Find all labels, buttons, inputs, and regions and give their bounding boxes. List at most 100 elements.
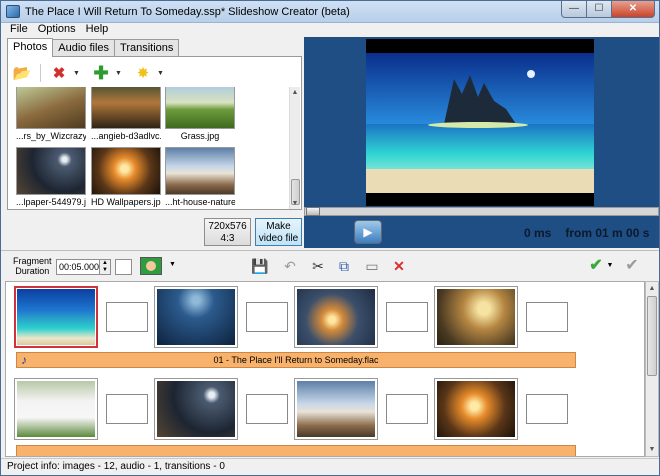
apply-icon[interactable]: ✔ bbox=[587, 257, 605, 275]
timeline-slide[interactable] bbox=[14, 378, 98, 440]
apply-dropdown-icon[interactable]: ▼ bbox=[605, 257, 615, 275]
scroll-down-icon[interactable]: ▼ bbox=[290, 198, 300, 209]
photo-item[interactable]: ...rs_by_Wizcrazy.jpg bbox=[16, 87, 86, 142]
resolution-button[interactable]: 720x576 4:3 bbox=[204, 218, 251, 246]
transition-slot[interactable] bbox=[526, 394, 568, 424]
remove-icon[interactable]: ✖ bbox=[49, 63, 69, 83]
tab-photos[interactable]: Photos bbox=[7, 38, 54, 57]
transition-slot[interactable] bbox=[106, 302, 148, 332]
photo-thumbnail bbox=[16, 87, 86, 129]
timeline-scrollbar[interactable]: ▲ ▼ bbox=[645, 281, 659, 457]
photo-caption: ...angieb-d3adlvc.jpg bbox=[91, 131, 161, 141]
app-window: The Place I Will Return To Someday.ssp* … bbox=[0, 0, 660, 476]
photo-thumbnail bbox=[91, 87, 161, 129]
timeline-slide[interactable] bbox=[434, 286, 518, 348]
effects-icon[interactable]: ✸ bbox=[133, 63, 153, 83]
photo-thumbnail bbox=[16, 147, 86, 195]
paste-icon[interactable]: ▭ bbox=[363, 257, 381, 275]
color-dropdown-icon[interactable]: ▼ bbox=[169, 261, 176, 268]
timeline-slide[interactable] bbox=[154, 378, 238, 440]
duration-spinner[interactable]: ▲ ▼ bbox=[99, 260, 110, 274]
media-tabs: Photos Audio files Transitions bbox=[7, 38, 180, 57]
resolution-aspect: 4:3 bbox=[220, 233, 235, 244]
fragment-option-box[interactable] bbox=[115, 259, 132, 275]
photo-item[interactable]: ...angieb-d3adlvc.jpg bbox=[91, 87, 161, 142]
music-note-icon: ♪ bbox=[21, 353, 27, 367]
photo-item[interactable]: ...ht-house-nature.jpg bbox=[165, 147, 235, 208]
timeline-slide[interactable] bbox=[154, 286, 238, 348]
photo-thumbnail bbox=[165, 147, 235, 195]
photo-caption: Grass.jpg bbox=[180, 131, 220, 141]
tab-audio-files[interactable]: Audio files bbox=[52, 39, 116, 56]
undo-icon[interactable]: ↶ bbox=[281, 257, 299, 275]
add-icon[interactable]: ✚ bbox=[91, 63, 111, 83]
window-title: The Place I Will Return To Someday.ssp* … bbox=[25, 6, 350, 18]
transition-slot[interactable] bbox=[106, 394, 148, 424]
photo-caption: HD Wallpapers.jpg bbox=[91, 197, 161, 207]
make-video-button[interactable]: Make video file bbox=[255, 218, 302, 246]
slide-image bbox=[437, 381, 515, 437]
transition-slot[interactable] bbox=[246, 394, 288, 424]
preview-image bbox=[366, 39, 594, 206]
delete-icon[interactable]: ✕ bbox=[390, 257, 408, 275]
seek-bar[interactable] bbox=[304, 207, 659, 216]
timeline-scroll-thumb[interactable] bbox=[647, 296, 657, 376]
menu-options[interactable]: Options bbox=[38, 23, 76, 37]
timeline-slide[interactable] bbox=[14, 286, 98, 348]
media-panel: Photos Audio files Transitions 📂 ✖ ▼ ✚ ▼… bbox=[5, 37, 302, 248]
preview-panel: ▶ 0 ms from 01 m 00 s bbox=[304, 37, 659, 248]
maximize-button[interactable]: ☐ bbox=[587, 1, 612, 18]
copy-icon[interactable]: ⧉ bbox=[335, 257, 353, 275]
status-bar: Project info: images - 12, audio - 1, tr… bbox=[1, 458, 659, 475]
title-bar[interactable]: The Place I Will Return To Someday.ssp* … bbox=[1, 1, 659, 23]
fragment-label-1: Fragment bbox=[13, 256, 52, 266]
timeline-slide[interactable] bbox=[294, 286, 378, 348]
tab-transitions[interactable]: Transitions bbox=[114, 39, 180, 56]
photo-item[interactable]: Grass.jpg bbox=[165, 87, 235, 142]
seek-handle[interactable] bbox=[306, 207, 320, 216]
make-video-label-1: Make bbox=[266, 221, 291, 232]
cut-icon[interactable]: ✂ bbox=[309, 257, 327, 275]
timeline-slide[interactable] bbox=[434, 378, 518, 440]
fragment-label-2: Duration bbox=[15, 266, 50, 276]
menu-help[interactable]: Help bbox=[86, 23, 109, 37]
app-icon bbox=[6, 5, 20, 18]
time-readout: 0 ms from 01 m 00 s bbox=[524, 226, 659, 240]
color-swatch bbox=[146, 261, 156, 271]
audio-track-label: 01 - The Place I'll Return to Someday.fl… bbox=[213, 355, 379, 365]
open-folder-icon[interactable]: 📂 bbox=[12, 63, 32, 83]
save-icon[interactable]: 💾 bbox=[251, 257, 269, 275]
timeline-slide[interactable] bbox=[294, 378, 378, 440]
slide-image bbox=[17, 381, 95, 437]
effects-dropdown-icon[interactable]: ▼ bbox=[157, 70, 165, 77]
make-video-label-2: video file bbox=[258, 233, 299, 244]
minimize-button[interactable]: — bbox=[561, 1, 587, 18]
fragment-duration-label: Fragment Duration bbox=[13, 256, 52, 276]
scroll-up-icon[interactable]: ▲ bbox=[290, 87, 300, 98]
audio-track[interactable]: ♪ 01 - The Place I'll Return to Someday.… bbox=[16, 352, 576, 368]
photo-thumbnails: ...rs_by_Wizcrazy.jpg ...angieb-d3adlvc.… bbox=[12, 87, 288, 209]
timeline-scroll-down-icon[interactable]: ▼ bbox=[646, 443, 658, 456]
fragment-toolbar: Fragment Duration 00:05.000 ▲ ▼ ▼ 💾 ↶ ✂ ⧉… bbox=[1, 250, 659, 280]
transition-slot[interactable] bbox=[526, 302, 568, 332]
background-color-button[interactable] bbox=[140, 257, 162, 275]
apply-all-icon[interactable]: ✔ bbox=[623, 257, 641, 275]
play-button[interactable]: ▶ bbox=[354, 220, 382, 244]
photos-panel: 📂 ✖ ▼ ✚ ▼ ✸ ▼ ...rs_by_Wizcrazy.jpg ...a… bbox=[7, 56, 302, 210]
close-button[interactable]: ✕ bbox=[612, 1, 655, 18]
fragment-duration-input[interactable]: 00:05.000 ▲ ▼ bbox=[56, 259, 111, 275]
photo-caption: ...rs_by_Wizcrazy.jpg bbox=[16, 131, 86, 141]
current-time: 0 ms bbox=[524, 226, 552, 240]
slide-image bbox=[297, 289, 375, 345]
remove-dropdown-icon[interactable]: ▼ bbox=[73, 70, 81, 77]
timeline-scroll-up-icon[interactable]: ▲ bbox=[646, 282, 658, 295]
transition-slot[interactable] bbox=[386, 302, 428, 332]
transition-slot[interactable] bbox=[246, 302, 288, 332]
add-dropdown-icon[interactable]: ▼ bbox=[115, 70, 123, 77]
photo-item[interactable]: HD Wallpapers.jpg bbox=[91, 147, 161, 208]
menu-file[interactable]: File bbox=[10, 23, 28, 37]
transition-slot[interactable] bbox=[386, 394, 428, 424]
photos-scrollbar[interactable]: ▲ ▼ bbox=[289, 87, 300, 209]
audio-track-continuation[interactable] bbox=[16, 445, 576, 456]
photo-item[interactable]: ...lpaper-544979.jpeg bbox=[16, 147, 86, 208]
